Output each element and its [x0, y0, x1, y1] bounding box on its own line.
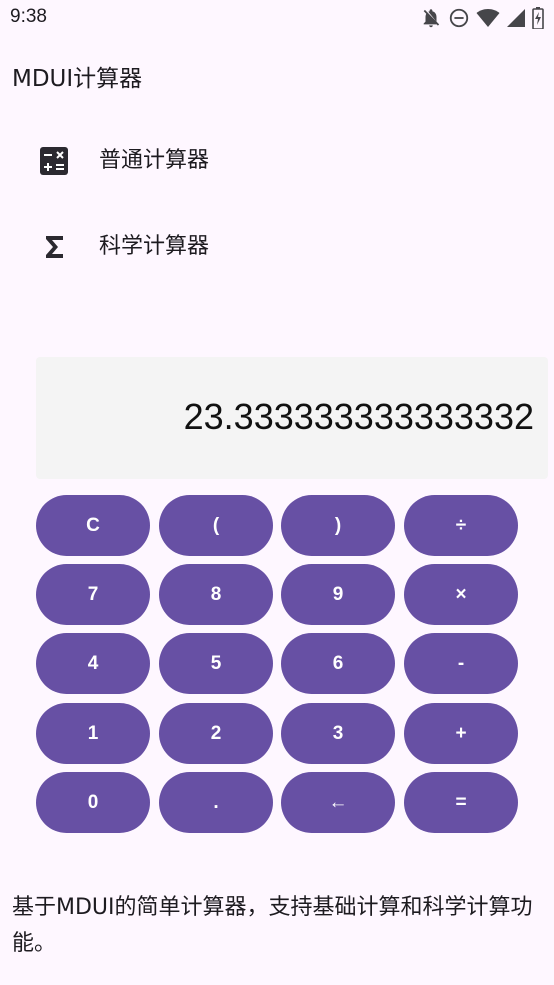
divide-button[interactable]: ÷ [404, 495, 518, 556]
digit-2-button[interactable]: 2 [159, 703, 273, 764]
status-time: 9:38 [10, 6, 47, 27]
digit-9-button[interactable]: 9 [281, 564, 395, 625]
open-paren-button[interactable]: ( [159, 495, 273, 556]
decimal-point-button[interactable]: . [159, 772, 273, 833]
wifi-icon [476, 7, 500, 29]
calculator-display: 23.333333333333332 [36, 357, 548, 479]
digit-5-button[interactable]: 5 [159, 633, 273, 694]
nav-item-label: 普通计算器 [99, 148, 210, 173]
add-button[interactable]: + [404, 703, 518, 764]
digit-1-button[interactable]: 1 [36, 703, 150, 764]
display-value: 23.333333333333332 [183, 396, 534, 437]
nav-item-scientific-calculator[interactable]: 科学计算器 [0, 217, 554, 277]
clear-button[interactable]: C [36, 495, 150, 556]
digit-0-button[interactable]: 0 [36, 772, 150, 833]
battery-charging-icon [532, 7, 544, 29]
digit-6-button[interactable]: 6 [281, 633, 395, 694]
sigma-icon [39, 232, 69, 262]
nav-item-basic-calculator[interactable]: 普通计算器 [0, 131, 554, 191]
app-description: 基于MDUI的简单计算器，支持基础计算和科学计算功能。 [12, 895, 533, 956]
digit-7-button[interactable]: 7 [36, 564, 150, 625]
digit-4-button[interactable]: 4 [36, 633, 150, 694]
digit-8-button[interactable]: 8 [159, 564, 273, 625]
backspace-button[interactable]: ← [281, 772, 395, 833]
bell-off-icon [420, 7, 442, 29]
status-bar: 9:38 [0, 0, 554, 38]
do-not-disturb-icon [448, 7, 470, 29]
app-title: MDUI计算器 [12, 66, 143, 92]
nav-item-label: 科学计算器 [99, 234, 210, 259]
status-icons [420, 7, 544, 29]
cell-signal-icon [506, 8, 526, 28]
equals-button[interactable]: = [404, 772, 518, 833]
multiply-button[interactable]: × [404, 564, 518, 625]
digit-3-button[interactable]: 3 [281, 703, 395, 764]
subtract-button[interactable]: - [404, 633, 518, 694]
calculator-icon [39, 146, 69, 176]
close-paren-button[interactable]: ) [281, 495, 395, 556]
